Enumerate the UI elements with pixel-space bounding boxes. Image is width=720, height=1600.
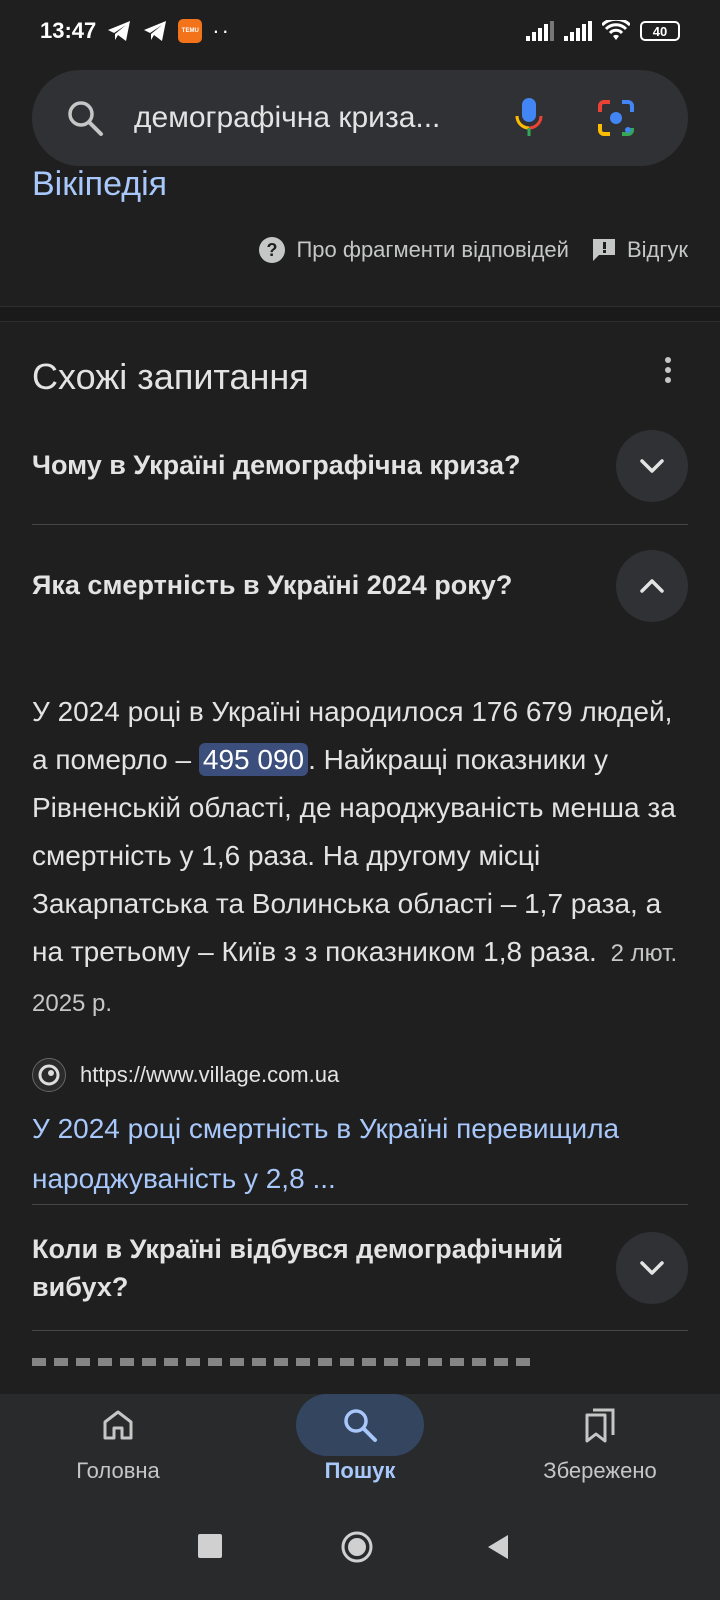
related-question-2[interactable]: Яка смертність в Україні 2024 року? [32,566,592,604]
wikipedia-link[interactable]: Вікіпедія [32,162,167,204]
highlighted-number: 495 090 [198,743,309,776]
status-left: 13:47 TEMU ·· [40,18,231,44]
question-divider [32,1204,688,1205]
chevron-down-icon [640,1261,664,1275]
related-question-3[interactable]: Коли в Україні відбувся демографічний ви… [32,1230,572,1306]
question-divider [32,1330,688,1331]
help-icon[interactable]: ? [258,236,286,264]
collapse-button[interactable] [616,550,688,622]
home-icon [103,1410,133,1440]
about-fragments-link[interactable]: Про фрагменти відповідей [296,237,568,263]
nav-active-indicator [296,1394,424,1456]
related-questions-title: Схожі запитання [32,356,309,397]
dots-icon: ·· [212,18,231,43]
answer-part-2: . Найкращі показники у Рівненській облас… [32,744,676,967]
signal-icon [564,21,592,41]
system-navigation-bar [0,1504,720,1600]
temu-icon: TEMU [178,19,203,43]
home-button-icon[interactable] [340,1530,374,1564]
more-options-icon[interactable] [664,356,672,384]
snippet-footer: ? Про фрагменти відповідей Відгук [258,236,688,264]
saved-icon [585,1408,615,1443]
telegram-icon [108,21,131,41]
recent-apps-icon[interactable] [198,1534,222,1558]
nav-saved-icon-wrap [500,1394,700,1456]
feedback-link[interactable]: Відгук [627,237,688,263]
source-url[interactable]: https://www.village.com.ua [80,1062,339,1088]
chevron-down-icon [640,459,664,473]
site-favicon-icon [32,1058,66,1092]
nav-saved[interactable]: Збережено [500,1394,700,1484]
bottom-navigation: Головна Пошук Збережено [0,1394,720,1504]
expand-button[interactable] [616,1232,688,1304]
nav-home-label: Головна [76,1458,160,1483]
search-input[interactable]: демографічна криза... [134,101,484,135]
section-divider [0,306,720,322]
status-bar: 13:47 TEMU ·· 40 [0,0,720,62]
microphone-icon[interactable] [514,96,544,140]
next-question-peek [32,1356,672,1366]
related-question-1[interactable]: Чому в Україні демографічна криза? [32,446,592,484]
nav-search-label: Пошук [324,1458,396,1483]
nav-saved-label: Збережено [543,1458,657,1483]
chevron-up-icon [640,579,664,593]
result-title-link[interactable]: У 2024 році смертність в Україні перевищ… [32,1104,688,1204]
status-time: 13:47 [40,18,97,43]
telegram-icon [144,21,167,41]
nav-home[interactable]: Головна [18,1394,218,1484]
source-row[interactable]: https://www.village.com.ua [32,1058,339,1092]
battery-icon: 40 [640,21,680,41]
wifi-icon [602,20,630,40]
google-lens-icon[interactable] [596,98,636,138]
question-divider [32,524,688,525]
search-bar[interactable]: демографічна криза... [32,70,688,166]
expand-button[interactable] [616,430,688,502]
nav-search[interactable]: Пошук [260,1394,460,1484]
feedback-icon[interactable] [591,237,617,263]
search-icon [344,1409,377,1442]
svg-text:?: ? [267,240,278,260]
nav-home-icon-wrap [18,1394,218,1456]
back-icon[interactable] [486,1534,510,1560]
status-right: 40 [526,20,680,42]
signal-icon [526,21,554,41]
search-icon[interactable] [66,99,104,137]
answer-text: У 2024 році в Україні народилося 176 679… [32,688,688,1028]
